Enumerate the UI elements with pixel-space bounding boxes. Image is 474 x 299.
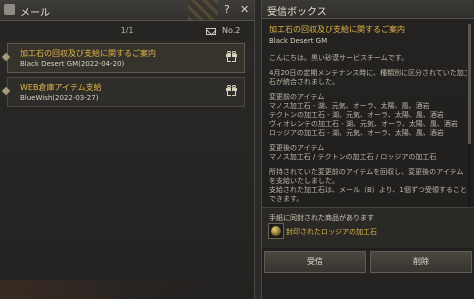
detail-window-title: 受信ボックス xyxy=(267,7,327,18)
mail-titlebar[interactable]: メール ? ✕ xyxy=(0,0,254,21)
inbox-detail-window: 受信ボックス 加工石の回収及び支給に関するご案内 Black Desert GM… xyxy=(261,0,474,299)
body-line: テクトンの加工石 - 湖、元気、オーラ、太陽、風、酒岩 xyxy=(269,111,444,119)
mail-window-title: メール xyxy=(20,8,50,19)
envelope-icon xyxy=(206,28,216,35)
body-line: 支給された加工石は、メール（B）より、1個ずつ受領することが xyxy=(269,186,467,194)
body-line: ロッジアの加工石 - 湖、元気、オーラ、太陽、風、酒岩 xyxy=(269,129,444,137)
delete-button[interactable]: 削除 xyxy=(370,251,472,273)
attachment-name: 封印されたロッジアの加工石 xyxy=(286,228,377,236)
body-line: マノス加工石 / テクトンの加工石 / ロッジアの加工石 xyxy=(269,153,437,161)
mail-bullet-icon xyxy=(1,86,11,96)
mail-list-item[interactable]: WEB倉庫アイテム支給 BlueWish(2022-03-27) xyxy=(1,77,245,107)
receive-button[interactable]: 受信 xyxy=(264,251,366,273)
detail-sender: Black Desert GM xyxy=(269,37,328,45)
titlebar-decoration xyxy=(188,0,218,20)
body-line: できます。 xyxy=(269,195,304,203)
mail-count: No.2 xyxy=(222,26,241,35)
help-button[interactable]: ? xyxy=(224,3,230,16)
mail-sender: Black Desert GM(2022-04-20) xyxy=(20,60,125,68)
close-button[interactable]: ✕ xyxy=(240,3,249,16)
bottom-glow xyxy=(0,280,254,299)
detail-titlebar[interactable]: 受信ボックス xyxy=(262,0,474,19)
mail-subject: WEB倉庫アイテム支給 xyxy=(20,83,102,92)
mail-subbar: 1/1 No.2 xyxy=(0,21,254,41)
mail-bullet-icon xyxy=(1,52,11,62)
body-line: 4月20日の定期メンテナンス時に、種類別に区分されていた加工 xyxy=(269,69,467,77)
body-line: こんにちは。黒い砂漠サービスチームです。 xyxy=(269,54,409,62)
mail-window: メール ? ✕ 1/1 No.2 加工石の回収及び支給に関するご案内 Black… xyxy=(0,0,255,299)
attachment-panel: 手紙に同封された商品があります 封印されたロッジアの加工石 xyxy=(262,207,474,248)
body-line: マノス加工石 - 湖、元気、オーラ、太陽、風、酒岩 xyxy=(269,102,430,110)
mail-subject: 加工石の回収及び支給に関するご案内 xyxy=(20,49,156,58)
body-text: こんにちは。黒い砂漠サービスチームです。 4月20日の定期メンテナンス時に、種類別… xyxy=(269,54,467,204)
mail-window-icon xyxy=(4,4,15,15)
body-line: 変更後のアイテム xyxy=(269,144,325,152)
attachment-slot[interactable] xyxy=(268,223,284,239)
scrollbar[interactable] xyxy=(468,24,471,224)
body-line: 所持されていた変更前のアイテムを回収し、変更後のアイテム xyxy=(269,168,464,176)
body-line: ヴィオレンテの加工石 - 湖、元気、オーラ、太陽、風、酒岩 xyxy=(269,120,458,128)
detail-subject: 加工石の回収及び支給に関するご案内 xyxy=(269,25,405,34)
attachment-note: 手紙に同封された商品があります xyxy=(269,214,374,222)
mail-sender: BlueWish(2022-03-27) xyxy=(20,94,99,102)
mail-body: 加工石の回収及び支給に関するご案内 Black Desert GM こんにちは。… xyxy=(269,24,467,204)
detail-footer: 受信 削除 xyxy=(262,250,474,299)
gift-icon xyxy=(226,85,237,96)
gift-icon xyxy=(226,51,237,62)
mail-list-item[interactable]: 加工石の回収及び支給に関するご案内 Black Desert GM(2022-0… xyxy=(1,43,245,73)
body-line: 変更前のアイテム xyxy=(269,93,325,101)
body-line: 石が統合されました。 xyxy=(269,78,339,86)
scroll-thumb[interactable] xyxy=(468,24,471,144)
stone-icon xyxy=(271,226,281,236)
body-line: を支給いたしました。 xyxy=(269,177,339,185)
